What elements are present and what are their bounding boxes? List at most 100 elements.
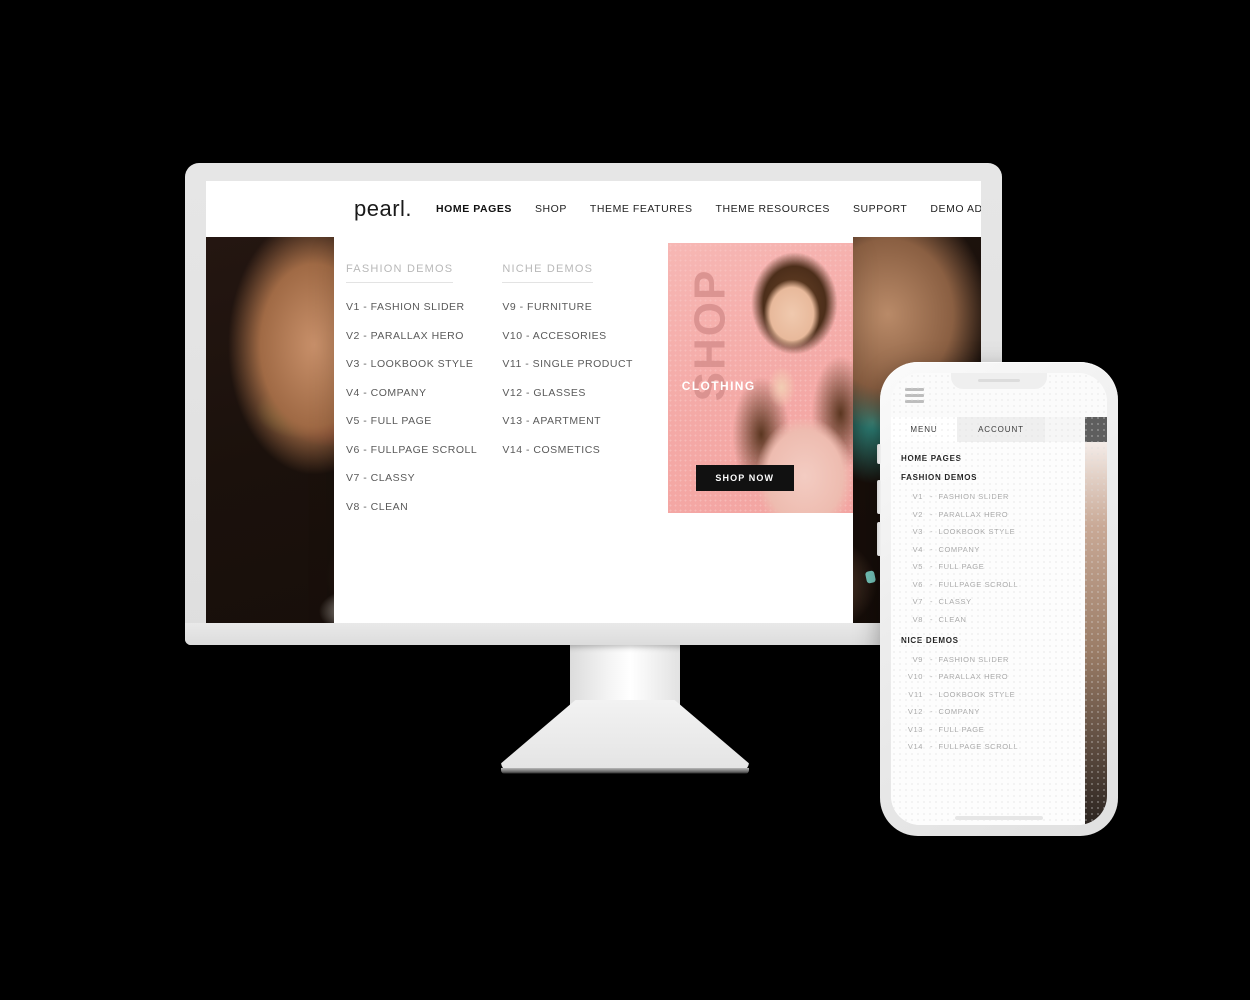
mobile-group-title-nice: NICE DEMOS bbox=[901, 635, 959, 645]
mobile-link-num: V13 bbox=[907, 724, 923, 734]
mobile-link-v9[interactable]: V9 - FASHION SLIDER bbox=[901, 655, 1107, 664]
mobile-link-sep: - bbox=[930, 544, 939, 554]
mobile-link-sep: - bbox=[930, 707, 939, 716]
mobile-link-label: CLASSY bbox=[938, 597, 972, 606]
mega-link-v5[interactable]: V5 - FULL PAGE bbox=[346, 415, 502, 427]
brand-logo[interactable]: pearl. bbox=[354, 196, 412, 222]
mobile-link-v12[interactable]: V12 - COMPANY bbox=[901, 707, 1107, 716]
mega-column-title-niche: NICHE DEMOS bbox=[502, 263, 594, 283]
mobile-link-v6[interactable]: V6 - FULLPAGE SCROLL bbox=[901, 580, 1107, 589]
mobile-link-sep: - bbox=[930, 509, 939, 519]
mobile-link-label: COMPANY bbox=[938, 544, 981, 554]
promo-card[interactable]: SHOP CLOTHING SHOP NOW bbox=[667, 243, 853, 513]
tab-menu[interactable]: MENU bbox=[891, 417, 957, 442]
mega-link-v13[interactable]: V13 - APARTMENT bbox=[502, 415, 658, 427]
mobile-link-v4[interactable]: V4 - COMPANY bbox=[901, 545, 1107, 554]
mobile-link-label: FULL PAGE bbox=[938, 724, 985, 734]
mobile-link-sep: - bbox=[930, 654, 939, 664]
nav-item-home-pages[interactable]: HOME PAGES bbox=[436, 203, 512, 215]
mobile-background-image-strip bbox=[1085, 442, 1107, 825]
mobile-link-num: V2 bbox=[912, 509, 923, 519]
phone-silent-switch[interactable] bbox=[877, 444, 881, 464]
mega-link-v10[interactable]: V10 - ACCESORIES bbox=[502, 330, 658, 342]
phone-volume-down-button[interactable] bbox=[877, 522, 881, 556]
mobile-link-sep: - bbox=[930, 614, 939, 624]
mobile-link-v10[interactable]: V10 - PARALLAX HERO bbox=[901, 672, 1107, 681]
mobile-link-v1[interactable]: V1 - FASHION SLIDER bbox=[901, 492, 1107, 501]
hamburger-menu-icon[interactable] bbox=[905, 387, 924, 403]
mockup-stage: FASHION DEMOS V1 - FASHION SLIDER V2 - P… bbox=[0, 0, 1250, 1000]
mobile-link-label: CLEAN bbox=[938, 614, 967, 624]
mobile-link-v7[interactable]: V7 - CLASSY bbox=[901, 597, 1107, 606]
mobile-link-sep: - bbox=[930, 689, 939, 699]
mobile-link-v8[interactable]: V8 - CLEAN bbox=[901, 615, 1107, 624]
mobile-root-label[interactable]: HOME PAGES bbox=[901, 454, 1107, 463]
mobile-link-sep: - bbox=[930, 597, 939, 606]
site-header: pearl. HOME PAGES SHOP THEME FEATURES TH… bbox=[206, 181, 981, 237]
mobile-link-v5[interactable]: V5 - FULL PAGE bbox=[901, 562, 1107, 571]
mobile-link-v3[interactable]: V3 - LOOKBOOK STYLE bbox=[901, 527, 1107, 536]
monitor-stand-base-shadow bbox=[501, 768, 749, 774]
mobile-link-num: V10 bbox=[907, 672, 923, 681]
mega-link-v2[interactable]: V2 - PARALLAX HERO bbox=[346, 330, 502, 342]
mobile-group-title-fashion: FASHION DEMOS bbox=[901, 473, 978, 482]
mega-link-v8[interactable]: V8 - CLEAN bbox=[346, 501, 502, 513]
nav-item-demo-admin[interactable]: DEMO ADMIN bbox=[930, 203, 981, 215]
mobile-link-label: FULLPAGE SCROLL bbox=[938, 579, 1019, 589]
nav-item-theme-resources[interactable]: THEME RESOURCES bbox=[716, 203, 830, 215]
mobile-link-label: PARALLAX HERO bbox=[938, 509, 1009, 519]
mobile-tab-bar: MENU ACCOUNT bbox=[891, 417, 1107, 442]
mega-link-v11[interactable]: V11 - SINGLE PRODUCT bbox=[502, 358, 658, 370]
mega-link-v14[interactable]: V14 - COSMETICS bbox=[502, 444, 658, 456]
mobile-link-num: V6 bbox=[912, 579, 923, 589]
mobile-link-num: V8 bbox=[912, 614, 923, 624]
mobile-link-v14[interactable]: V14 - FULLPAGE SCROLL bbox=[901, 742, 1107, 751]
nav-item-theme-features[interactable]: THEME FEATURES bbox=[590, 203, 693, 215]
tab-bar-accent-block bbox=[1085, 417, 1107, 442]
mobile-link-v11[interactable]: V11 - LOOKBOOK STYLE bbox=[901, 690, 1107, 699]
mobile-phone: MENU ACCOUNT HOME PAGES FASHION DEMOS V1… bbox=[877, 362, 1118, 836]
main-nav: HOME PAGES SHOP THEME FEATURES THEME RES… bbox=[436, 203, 981, 215]
mobile-link-sep: - bbox=[930, 742, 939, 751]
mobile-link-label: LOOKBOOK STYLE bbox=[938, 689, 1016, 699]
mobile-link-label: LOOKBOOK STYLE bbox=[938, 527, 1016, 536]
mobile-link-v2[interactable]: V2 - PARALLAX HERO bbox=[901, 510, 1107, 519]
mega-menu-panel: FASHION DEMOS V1 - FASHION SLIDER V2 - P… bbox=[334, 237, 853, 623]
mobile-link-num: V1 bbox=[912, 492, 923, 501]
mobile-link-label: FASHION SLIDER bbox=[938, 492, 1009, 501]
tab-account[interactable]: ACCOUNT bbox=[957, 417, 1045, 442]
mobile-menu-body: HOME PAGES FASHION DEMOS V1 - FASHION SL… bbox=[891, 442, 1107, 825]
mobile-link-sep: - bbox=[930, 724, 939, 734]
phone-volume-up-button[interactable] bbox=[877, 480, 881, 514]
mobile-link-sep: - bbox=[930, 672, 939, 681]
mobile-link-label: FULL PAGE bbox=[938, 562, 985, 571]
mega-link-v4[interactable]: V4 - COMPANY bbox=[346, 387, 502, 399]
mobile-link-num: V14 bbox=[907, 742, 923, 751]
mega-column-niche: NICHE DEMOS V9 - FURNITURE V10 - ACCESOR… bbox=[502, 259, 658, 623]
mobile-link-num: V7 bbox=[912, 597, 923, 606]
mobile-link-num: V9 bbox=[912, 654, 923, 664]
mobile-link-label: COMPANY bbox=[938, 707, 981, 716]
mobile-link-v13[interactable]: V13 - FULL PAGE bbox=[901, 725, 1107, 734]
phone-screen: MENU ACCOUNT HOME PAGES FASHION DEMOS V1… bbox=[891, 373, 1107, 825]
mobile-link-label: PARALLAX HERO bbox=[938, 672, 1009, 681]
mobile-link-sep: - bbox=[930, 492, 939, 501]
mega-link-v7[interactable]: V7 - CLASSY bbox=[346, 472, 502, 484]
mega-link-v6[interactable]: V6 - FULLPAGE SCROLL bbox=[346, 444, 502, 456]
tab-bar-filler bbox=[1045, 417, 1085, 442]
mobile-link-num: V11 bbox=[908, 689, 923, 699]
promo-subhead: CLOTHING bbox=[681, 379, 756, 393]
monitor-stand-base bbox=[501, 700, 749, 772]
mega-link-v3[interactable]: V3 - LOOKBOOK STYLE bbox=[346, 358, 502, 370]
mega-column-fashion: FASHION DEMOS V1 - FASHION SLIDER V2 - P… bbox=[346, 259, 502, 623]
mega-link-v1[interactable]: V1 - FASHION SLIDER bbox=[346, 301, 502, 313]
mega-column-title-fashion: FASHION DEMOS bbox=[346, 263, 454, 283]
shop-now-button[interactable]: SHOP NOW bbox=[695, 465, 794, 491]
mega-link-v9[interactable]: V9 - FURNITURE bbox=[502, 301, 658, 313]
mobile-link-num: V4 bbox=[912, 544, 923, 554]
nav-item-support[interactable]: SUPPORT bbox=[853, 203, 907, 215]
nav-item-shop[interactable]: SHOP bbox=[535, 203, 567, 215]
mobile-link-sep: - bbox=[930, 562, 939, 571]
mega-link-v12[interactable]: V12 - GLASSES bbox=[502, 387, 658, 399]
mobile-link-sep: - bbox=[930, 579, 939, 589]
